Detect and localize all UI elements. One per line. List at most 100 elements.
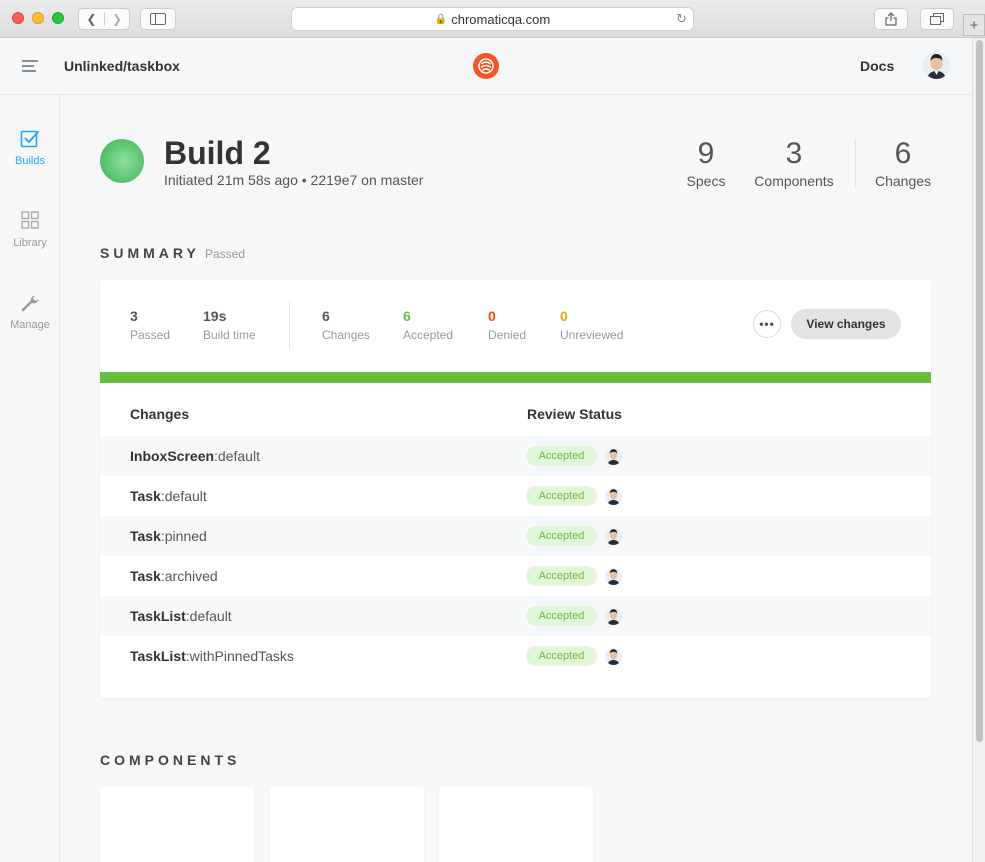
change-name[interactable]: TaskList:default (130, 608, 232, 624)
summary-stat-label: Passed (130, 328, 171, 342)
story-name: :archived (160, 568, 218, 584)
story-name: :default (185, 608, 232, 624)
forward-icon[interactable]: ❯ (103, 12, 129, 26)
close-window-button[interactable] (12, 12, 24, 24)
stat-specs[interactable]: 9 Specs (680, 137, 732, 189)
sidebar-toggle-button[interactable] (140, 8, 176, 30)
reviewer-avatar (605, 447, 622, 465)
table-row[interactable]: Task:default Accepted (100, 476, 931, 516)
component-card[interactable] (439, 787, 593, 862)
summary-stat-value: 0 (560, 308, 568, 324)
column-header-changes: Changes (130, 406, 190, 422)
stat-label: Components (754, 173, 834, 189)
nav-item-builds[interactable]: Builds (0, 129, 60, 167)
more-options-button[interactable]: ••• (753, 310, 781, 338)
summary-stat-build-time: 19s Build time (203, 308, 256, 342)
nav-item-manage[interactable]: Manage (0, 293, 60, 331)
nav-label-manage: Manage (10, 319, 50, 331)
component-card[interactable] (100, 787, 254, 862)
table-row[interactable]: InboxScreen:default Accepted (100, 436, 931, 476)
summary-stat-value: 3 (130, 308, 138, 324)
summary-card: 3 Passed 19s Build time 6 Changes 6 Acce… (100, 280, 931, 698)
change-name[interactable]: InboxScreen:default (130, 448, 260, 464)
reviewer-avatar (605, 567, 622, 585)
column-header-review-status: Review Status (527, 406, 622, 422)
share-icon (885, 12, 897, 26)
summary-stat-label: Changes (322, 328, 371, 342)
nav-item-library[interactable]: Library (0, 211, 60, 249)
summary-stat-unreviewed: 0 Unreviewed (560, 308, 623, 342)
table-row[interactable]: Task:archived Accepted (100, 556, 931, 596)
page-title: Build 2 (164, 135, 271, 171)
stat-divider (855, 139, 856, 187)
summary-stat-label: Denied (488, 328, 527, 342)
summary-stat-value: 19s (203, 308, 227, 324)
stat-label: Specs (686, 173, 726, 189)
tabs-icon (930, 13, 944, 25)
nav-label-library: Library (13, 237, 47, 249)
zoom-window-button[interactable] (52, 12, 64, 24)
browser-toolbar: ❮ ❯ 🔒 chromaticqa.com ↻ + (0, 0, 985, 38)
summary-stat-accepted: 6 Accepted (403, 308, 453, 342)
build-subtitle: Initiated 21m 58s ago • 2219e7 on master (164, 172, 424, 188)
minimize-window-button[interactable] (32, 12, 44, 24)
nav-label-builds: Builds (15, 155, 45, 167)
docs-link[interactable]: Docs (860, 58, 894, 74)
view-changes-button[interactable]: View changes (791, 309, 901, 339)
status-badge: Accepted (526, 646, 597, 666)
summary-stat-denied: 0 Denied (488, 308, 526, 342)
scrollbar-thumb[interactable] (976, 40, 983, 742)
reload-icon[interactable]: ↻ (676, 11, 687, 27)
project-name[interactable]: Unlinked/taskbox (64, 58, 180, 74)
plus-icon: + (969, 16, 979, 34)
build-progress-bar (100, 372, 931, 383)
summary-stat-changes: 6 Changes (322, 308, 370, 342)
story-name: :default (160, 488, 207, 504)
change-name[interactable]: Task:default (130, 488, 207, 504)
summary-divider (289, 302, 290, 350)
story-name: :withPinnedTasks (185, 648, 294, 664)
table-row[interactable]: Task:pinned Accepted (100, 516, 931, 556)
stat-value: 9 (697, 137, 715, 170)
new-tab-button[interactable]: + (963, 14, 985, 36)
page-scrollbar[interactable] (972, 38, 985, 862)
reviewer-avatar (605, 647, 622, 665)
share-button[interactable] (874, 8, 908, 30)
stat-label: Changes (874, 173, 932, 189)
table-row[interactable]: TaskList:default Accepted (100, 596, 931, 636)
chromatic-logo-icon[interactable] (473, 53, 499, 79)
reviewer-avatar (605, 607, 622, 625)
summary-stat-value: 6 (403, 308, 411, 324)
table-row[interactable]: TaskList:withPinnedTasks Accepted (100, 636, 931, 676)
address-bar[interactable]: 🔒 chromaticqa.com ↻ (291, 7, 694, 31)
component-name: TaskList (130, 608, 186, 624)
stat-changes[interactable]: 6 Changes (872, 137, 934, 189)
stat-value: 6 (894, 137, 912, 170)
stat-value: 3 (785, 137, 803, 170)
status-badge: Accepted (526, 566, 597, 586)
user-avatar[interactable] (923, 52, 950, 79)
summary-stat-passed: 3 Passed (130, 308, 170, 342)
history-nav: ❮ ❯ (78, 8, 130, 30)
reviewer-avatar (605, 487, 622, 505)
back-icon[interactable]: ❮ (79, 12, 104, 26)
component-name: TaskList (130, 648, 186, 664)
change-name[interactable]: Task:pinned (130, 528, 207, 544)
component-card[interactable] (270, 787, 424, 862)
app-header: Unlinked/taskbox Docs (0, 38, 972, 95)
story-name: :default (214, 448, 260, 464)
change-name[interactable]: TaskList:withPinnedTasks (130, 648, 294, 664)
summary-stat-label: Unreviewed (560, 328, 624, 342)
build-status-orb (100, 139, 144, 183)
component-name: Task (130, 568, 161, 584)
status-badge: Accepted (526, 526, 597, 546)
tab-overview-button[interactable] (920, 8, 954, 30)
menu-icon[interactable] (22, 60, 38, 75)
stat-components[interactable]: 3 Components (752, 137, 836, 189)
change-name[interactable]: Task:archived (130, 568, 218, 584)
status-badge: Accepted (526, 606, 597, 626)
summary-heading: SUMMARY (100, 245, 200, 261)
summary-stat-label: Accepted (403, 328, 454, 342)
wrench-icon (21, 295, 39, 312)
component-name: Task (130, 488, 161, 504)
